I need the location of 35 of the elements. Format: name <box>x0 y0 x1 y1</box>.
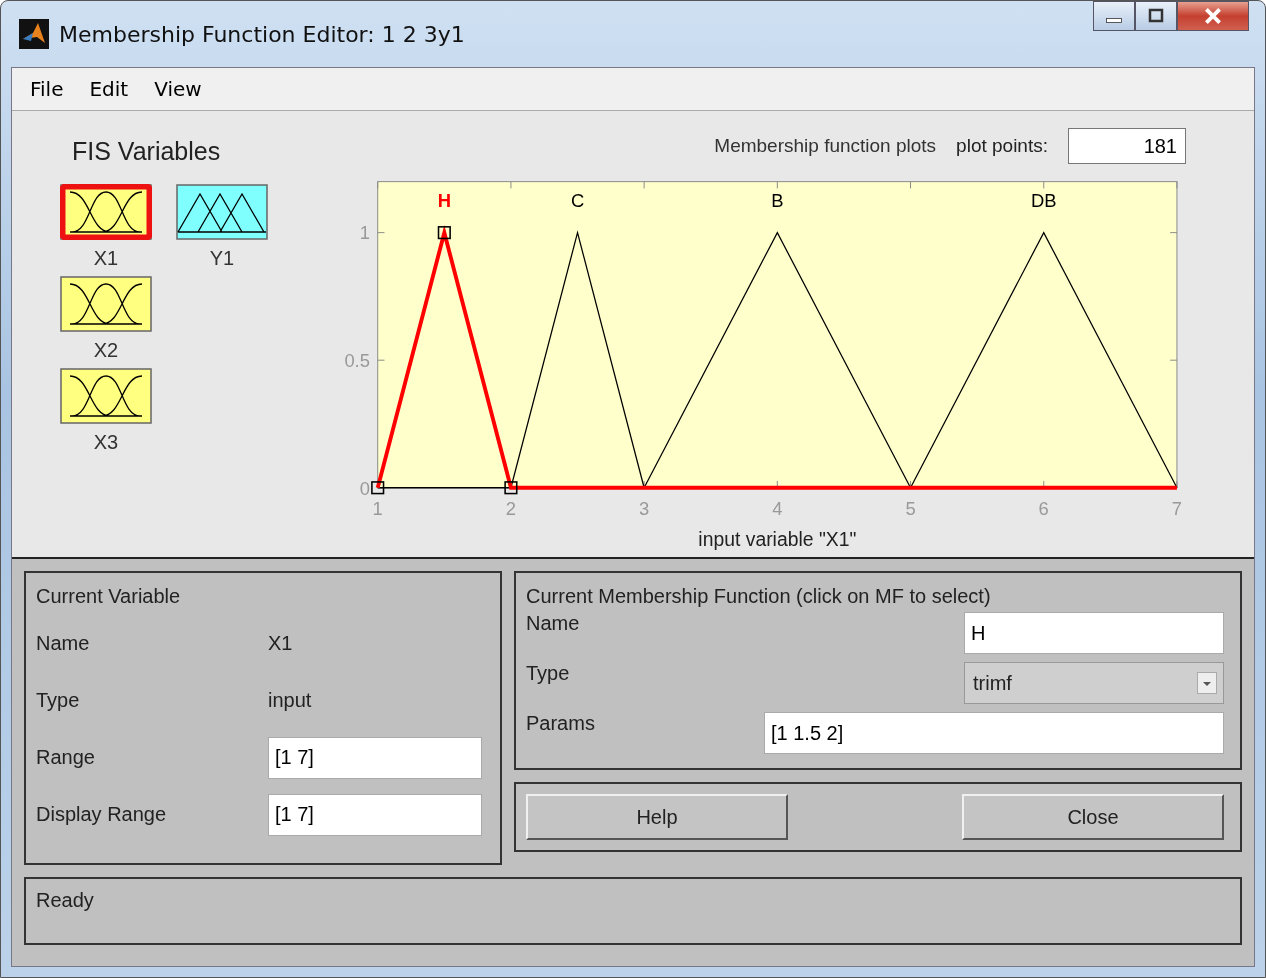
field-label: Range <box>36 745 96 770</box>
x-tick-label: 6 <box>1038 497 1049 519</box>
x-tick-label: 4 <box>772 497 783 519</box>
mf-label: C <box>570 189 585 211</box>
x-tick-label: 1 <box>372 497 383 519</box>
field-label: Name <box>526 612 580 635</box>
x-tick-label: 2 <box>505 497 517 519</box>
x-tick-label: 3 <box>639 497 650 519</box>
mf-label: DB <box>1030 189 1057 211</box>
mf-label: B <box>771 189 784 211</box>
plot-points-label: plot points: <box>956 135 1048 157</box>
y-tick-label: 0.5 <box>344 349 370 371</box>
status-text: Ready <box>36 889 94 911</box>
x-tick-label: 7 <box>1171 497 1183 519</box>
section-title: FIS Variables <box>71 137 222 166</box>
variable-name-value: X1 <box>268 631 294 656</box>
panel-title: Current Variable <box>36 585 182 608</box>
variable-type-value: input <box>268 688 313 713</box>
field-label: Params <box>526 712 595 735</box>
mf-label: H <box>437 189 451 211</box>
x-axis-label: input variable "X1" <box>698 527 857 550</box>
field-label: Name <box>36 631 91 656</box>
window-title: Membership Function Editor: 1 2 3y1 <box>59 21 466 47</box>
variable-name: X2 <box>93 338 119 363</box>
variable-name: X1 <box>93 246 119 271</box>
field-label: Type <box>526 662 570 685</box>
field-label: Display Range <box>36 802 168 827</box>
x-tick-label: 5 <box>905 497 916 519</box>
panel-title: Current Membership Function (click on MF to select) <box>526 585 992 608</box>
y-tick-label: 0 <box>359 477 370 499</box>
variable-name: X3 <box>93 430 119 455</box>
field-label: Type <box>36 688 81 713</box>
y-tick-label: 1 <box>359 221 370 243</box>
variable-name: Y1 <box>209 246 235 271</box>
plot-title: Membership function plots <box>714 135 937 158</box>
